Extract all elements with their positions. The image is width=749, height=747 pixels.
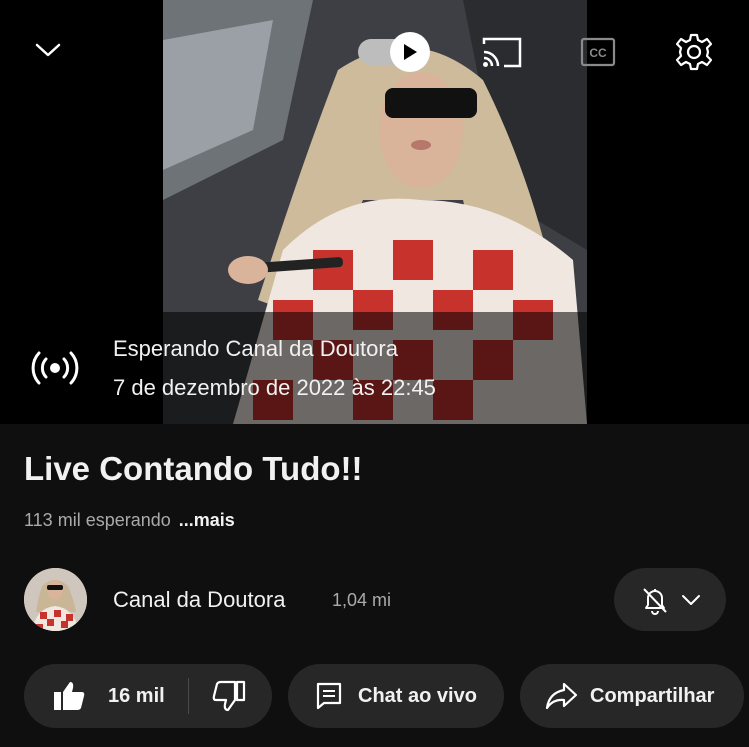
channel-row: Canal da Doutora 1,04 mi: [24, 568, 726, 632]
more-link[interactable]: ...mais: [179, 510, 235, 530]
autoplay-toggle[interactable]: [358, 32, 432, 72]
waiting-title: Esperando Canal da Doutora: [113, 336, 398, 361]
share-label: Compartilhar: [590, 685, 715, 707]
waiting-status: Esperando Canal da Doutora 7 de dezembro…: [30, 332, 730, 412]
chevron-down-icon: [682, 595, 700, 605]
video-meta[interactable]: 113 mil esperando ...mais: [24, 510, 235, 531]
cast-button[interactable]: [480, 34, 524, 70]
autoplay-knob: [390, 32, 430, 72]
chat-label: Chat ao vivo: [358, 685, 477, 707]
live-broadcast-icon: [31, 351, 79, 385]
live-chat-button[interactable]: Chat ao vivo: [288, 664, 504, 728]
chat-icon: [316, 682, 342, 710]
subscriber-count: 1,04 mi: [332, 590, 392, 610]
play-icon: [404, 44, 417, 60]
video-player[interactable]: CC Esperando Canal da Doutora 7 de dezem…: [0, 0, 749, 424]
action-bar: 16 mil Chat ao vivo Compartilhar: [24, 664, 749, 728]
share-icon: [545, 682, 578, 710]
captions-button[interactable]: CC: [578, 34, 618, 70]
share-button[interactable]: Compartilhar: [520, 664, 744, 728]
like-divider: [188, 678, 189, 714]
chevron-down-icon: [35, 43, 61, 57]
waiting-count: 113 mil esperando: [24, 510, 171, 530]
thumbs-up-icon[interactable]: [52, 680, 86, 712]
captions-icon: CC: [580, 37, 616, 67]
video-title[interactable]: Live Contando Tudo!!: [24, 450, 363, 488]
gear-icon: [675, 33, 713, 71]
channel-avatar[interactable]: [24, 568, 87, 631]
settings-button[interactable]: [672, 30, 716, 74]
notification-button[interactable]: [614, 568, 726, 631]
scheduled-datetime: 7 de dezembro de 2022 às 22:45: [113, 375, 436, 400]
cast-icon: [482, 37, 522, 68]
like-count[interactable]: 16 mil: [108, 685, 165, 708]
svg-text:CC: CC: [589, 46, 607, 60]
channel-name[interactable]: Canal da Doutora: [113, 587, 285, 613]
collapse-button[interactable]: [28, 30, 68, 70]
bell-off-icon: [643, 588, 667, 615]
like-dislike-group: 16 mil: [24, 664, 272, 728]
thumbs-down-icon[interactable]: [212, 680, 246, 712]
